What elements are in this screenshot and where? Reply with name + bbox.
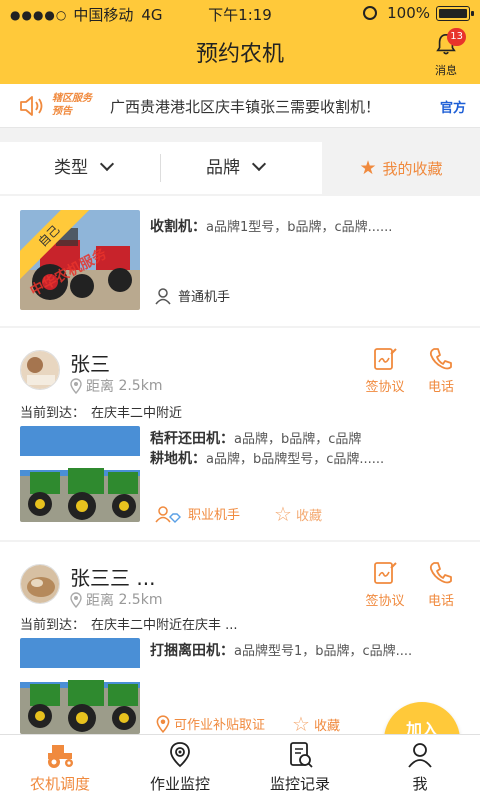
phone-button[interactable]: 电话: [416, 560, 466, 609]
star-outline-icon: ☆: [292, 712, 310, 736]
location-monitor-icon: [170, 742, 190, 768]
machine-line: 秸秆还田机：a品牌，b品牌，c品牌: [150, 431, 362, 447]
brand-filter[interactable]: 品牌: [206, 142, 267, 194]
page: ●●●●○ 中国移动 4G 下午1:19 100% 预约农机 消息 13 辖区服…: [0, 0, 480, 800]
operator-role: 普通机手: [154, 286, 230, 305]
tab-work-monitor[interactable]: 作业监控: [120, 741, 240, 794]
machine-card[interactable]: 张三 距离 2.5km 签协议 电话 当前到达： 在庆丰二中附近 秸秆还田机：a…: [0, 328, 480, 540]
tab-bar: 农机调度 作业监控 监控记录 我: [0, 734, 480, 800]
phone-icon: [429, 348, 452, 370]
brand-filter-label: 品牌: [206, 158, 240, 178]
location-pin-icon: [70, 592, 82, 608]
sign-agreement-button[interactable]: 签协议: [360, 560, 410, 609]
speaker-icon: [20, 96, 43, 116]
official-badge: 官方: [439, 101, 466, 116]
machine-photo: 自己 中华农机服务: [20, 210, 140, 310]
type-filter-label: 类型: [54, 158, 88, 178]
star-icon: ★: [359, 157, 377, 179]
avatar: [20, 564, 60, 604]
tractor-photo: [20, 426, 140, 522]
type-filter[interactable]: 类型: [54, 142, 115, 194]
agreement-icon: [374, 562, 397, 584]
tractor-icon: [48, 745, 73, 768]
star-outline-icon: ☆: [274, 502, 292, 526]
status-bar: ●●●●○ 中国移动 4G 下午1:19 100%: [0, 0, 480, 26]
phone-button[interactable]: 电话: [416, 346, 466, 395]
tractor-photo: [20, 638, 140, 734]
machine-card-own[interactable]: 自己 中华农机服务 收割机：a品牌1型号，b品牌，c品牌...... 普通机手: [0, 196, 480, 326]
person-icon: [408, 743, 432, 768]
tab-me[interactable]: 我: [360, 741, 480, 794]
current-location: 当前到达： 在庆丰二中附近在庆丰 ...: [20, 618, 238, 633]
location-pin-icon: [156, 714, 170, 733]
my-favorites-tab[interactable]: ★ 我的收藏: [322, 142, 480, 194]
favorite-button[interactable]: ☆ 收藏: [274, 502, 322, 526]
machine-photo: [20, 638, 140, 734]
machine-line: 打捆离田机：a品牌型号1，b品牌，c品牌....: [150, 643, 413, 659]
filter-bar: 类型 品牌 ★ 我的收藏: [0, 142, 480, 194]
tab-monitor-records[interactable]: 监控记录: [240, 741, 360, 794]
notice-tag: 辖区服务预告: [52, 93, 92, 117]
agreement-icon: [374, 348, 397, 370]
header: ●●●●○ 中国移动 4G 下午1:19 100% 预约农机 消息 13: [0, 0, 480, 84]
machine-photo: [20, 426, 140, 522]
messages-label: 消息: [435, 64, 457, 77]
sign-agreement-button[interactable]: 签协议: [360, 346, 410, 395]
location-pin-icon: [70, 378, 82, 394]
distance: 距离 2.5km: [70, 590, 162, 610]
machine-line: 耕地机：a品牌，b品牌型号，c品牌......: [150, 451, 385, 467]
messages-badge: 13: [447, 28, 466, 46]
page-title: 预约农机: [195, 42, 284, 67]
person-icon: [155, 287, 171, 304]
rotation-lock-icon: [363, 6, 378, 20]
current-location: 当前到达： 在庆丰二中附近: [20, 406, 183, 421]
battery-percent: 100%: [387, 4, 430, 22]
distance: 距离 2.5km: [70, 376, 162, 396]
favorite-button[interactable]: ☆ 收藏: [292, 712, 340, 736]
phone-icon: [429, 562, 452, 584]
operator-role: 职业机手: [154, 504, 240, 523]
operator-name: 张三三 ...: [70, 566, 156, 590]
messages-button[interactable]: 消息 13: [426, 28, 466, 78]
machine-line: 收割机：a品牌1型号，b品牌，c品牌......: [150, 219, 393, 235]
chevron-down-icon: [251, 156, 267, 172]
chevron-down-icon: [99, 156, 115, 172]
divider: [160, 154, 161, 182]
avatar: [20, 350, 60, 390]
tab-machine-dispatch[interactable]: 农机调度: [0, 741, 120, 794]
battery-icon: [436, 5, 474, 21]
notice-bar[interactable]: 辖区服务预告 广西贵港港北区庆丰镇张三需要收割机！ 官方: [0, 84, 480, 128]
professional-operator-icon: [155, 505, 181, 523]
my-favorites-label: 我的收藏: [382, 160, 443, 178]
record-icon: [290, 742, 313, 768]
notice-text: 广西贵港港北区庆丰镇张三需要收割机！: [110, 98, 381, 116]
subsidy-proof-button[interactable]: 可作业补贴取证: [156, 714, 265, 733]
operator-name: 张三: [70, 352, 110, 376]
